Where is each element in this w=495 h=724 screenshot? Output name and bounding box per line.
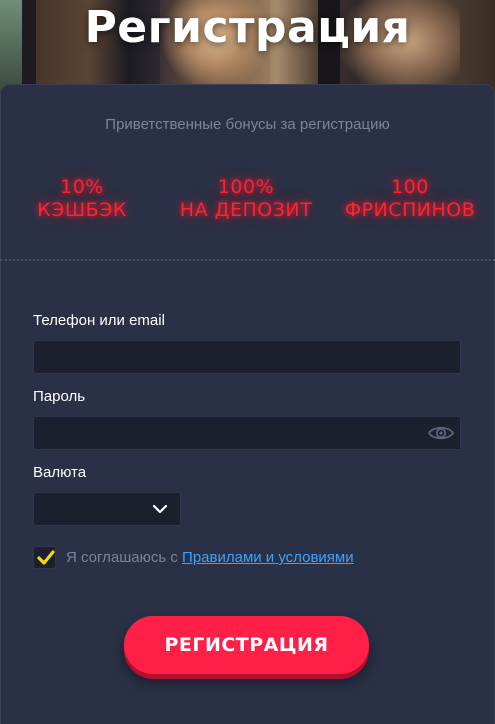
page-title: Регистрация — [84, 2, 411, 53]
bonus-subtitle: Приветственные бонусы за регистрацию — [105, 116, 390, 133]
bonus-label: КЭШБЭК — [37, 199, 127, 221]
bonus-freespins: 100 ФРИСПИНОВ — [334, 176, 486, 222]
phone-email-input[interactable] — [33, 340, 461, 374]
eye-icon[interactable] — [428, 424, 454, 442]
agree-checkbox[interactable] — [33, 546, 56, 569]
hero-banner: Регистрация — [0, 0, 495, 92]
phone-email-label: Телефон или email — [33, 312, 165, 329]
terms-link[interactable]: Правилами и условиями — [182, 549, 354, 566]
bonus-amount: 10% — [60, 176, 104, 198]
register-button[interactable]: РЕГИСТРАЦИЯ — [124, 616, 369, 674]
bonus-label: НА ДЕПОЗИТ — [179, 199, 313, 221]
password-input[interactable] — [33, 416, 461, 450]
chevron-down-icon — [152, 504, 168, 514]
agree-text: Я соглашаюсь с Правилами и условиями — [66, 549, 354, 566]
checkmark-icon — [37, 550, 55, 565]
bonus-amount: 100 — [391, 176, 429, 198]
currency-select[interactable] — [33, 492, 181, 526]
bonus-cashback: 10% КЭШБЭК — [28, 176, 136, 222]
bonus-amount: 100% — [217, 176, 275, 198]
currency-label: Валюта — [33, 464, 87, 481]
password-label: Пароль — [33, 388, 86, 405]
bonus-deposit: 100% НА ДЕПОЗИТ — [172, 176, 320, 222]
agree-prefix: Я соглашаюсь с — [66, 549, 183, 566]
dotted-divider — [0, 259, 495, 261]
bonus-label: ФРИСПИНОВ — [344, 199, 476, 221]
